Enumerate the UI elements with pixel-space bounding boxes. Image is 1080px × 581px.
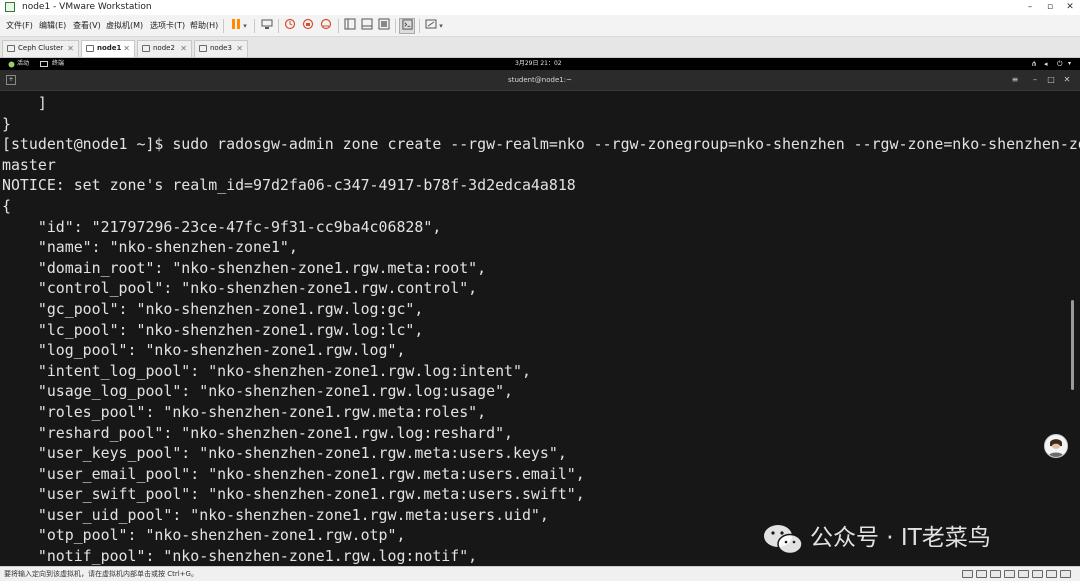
status-message: 要将输入定向到该虚拟机，请在虚拟机内部单击或按 Ctrl+G。 <box>4 570 198 578</box>
status-bar: 要将输入定向到该虚拟机，请在虚拟机内部单击或按 Ctrl+G。 <box>0 566 1080 581</box>
app-menu-terminal[interactable]: 终端 <box>52 59 64 69</box>
tab-ceph-cluster[interactable]: Ceph Cluster ✕ <box>2 40 79 57</box>
toolbar-separator <box>338 19 339 33</box>
tab-close-icon[interactable]: ✕ <box>180 43 187 54</box>
terminal-title: student@node1:~ <box>508 76 572 84</box>
terminal-line: "reshard_pool": "nko-shenzhen-zone1.rgw.… <box>2 423 514 442</box>
terminal-line: "lc_pool": "nko-shenzhen-zone1.rgw.log:l… <box>2 320 424 339</box>
close-icon[interactable]: ✕ <box>1060 0 1080 15</box>
window-title: node1 - VMware Workstation <box>22 2 152 12</box>
terminal-line: "usage_log_pool": "nko-shenzhen-zone1.rg… <box>2 382 514 401</box>
minimize-icon[interactable]: – <box>1020 0 1040 15</box>
terminal-line: "id": "21797296-23ce-47fc-9f31-cc9ba4c06… <box>2 217 442 236</box>
fullscreen-dropdown-icon[interactable]: ▾ <box>437 18 445 34</box>
toolbar-separator <box>419 19 420 33</box>
menu-view[interactable]: 查看(V) <box>73 19 101 32</box>
show-library-icon[interactable] <box>342 18 358 34</box>
terminal-line: "control_pool": "nko-shenzhen-zone1.rgw.… <box>2 279 478 298</box>
menu-help[interactable]: 帮助(H) <box>190 19 218 32</box>
vm-icon <box>142 45 150 52</box>
tab-bar: Ceph Cluster ✕ node1 ✕ node2 ✕ node3 ✕ <box>0 37 1080 58</box>
power-icon[interactable]: ⏻ <box>1057 59 1063 69</box>
snapshot-icon[interactable] <box>282 18 298 34</box>
terminal-line: "roles_pool": "nko-shenzhen-zone1.rgw.me… <box>2 402 487 421</box>
terminal-line: "intent_log_pool": "nko-shenzhen-zone1.r… <box>2 361 531 380</box>
revert-snapshot-icon[interactable] <box>300 18 316 34</box>
activities-button[interactable]: 活动 <box>17 59 29 69</box>
terminal-line: NOTICE: set zone's realm_id=97d2fa06-c34… <box>2 176 576 195</box>
terminal-minimize-icon[interactable]: – <box>1030 75 1040 85</box>
terminal-line: master <box>2 155 56 174</box>
pause-dropdown-icon[interactable]: ▾ <box>241 18 249 34</box>
maximize-icon[interactable]: ▫ <box>1040 0 1060 15</box>
terminal-app-icon <box>40 61 48 67</box>
avatar <box>1044 434 1068 458</box>
volume-icon[interactable]: ◂ <box>1044 59 1048 69</box>
tab-label: Ceph Cluster <box>18 44 64 52</box>
toolbar-separator <box>395 19 396 33</box>
tab-node3[interactable]: node3 ✕ <box>194 40 248 57</box>
terminal-lines: ]} [student@node1 ~]$ sudo radosgw-admin … <box>2 93 1080 566</box>
hard-disk-icon[interactable] <box>962 570 973 578</box>
network-adapter-icon[interactable] <box>990 570 1001 578</box>
toolbar-separator <box>278 19 279 33</box>
terminal-line: { <box>2 196 11 215</box>
terminal-line: "domain_root": "nko-shenzhen-zone1.rgw.m… <box>2 258 487 277</box>
terminal-line: "name": "nko-shenzhen-zone1", <box>2 238 298 257</box>
menu-edit[interactable]: 编辑(E) <box>39 19 66 32</box>
menu-file[interactable]: 文件(F) <box>6 19 33 32</box>
vm-icon <box>199 45 207 52</box>
network-icon[interactable]: ⋔ <box>1031 59 1037 69</box>
terminal-line: "log_pool": "nko-shenzhen-zone1.rgw.log"… <box>2 341 406 360</box>
tab-node1[interactable]: node1 ✕ <box>81 40 135 57</box>
tab-label: node1 <box>97 44 122 52</box>
send-ctrl-alt-del-icon[interactable] <box>259 18 275 34</box>
cd-drive-icon[interactable] <box>976 570 987 578</box>
terminal-line: "user_email_pool": "nko-shenzhen-zone1.r… <box>2 464 585 483</box>
wechat-icon <box>764 525 803 555</box>
vm-icon <box>7 45 15 52</box>
gnome-top-bar: 活动 终端 3月29日 21：02 ⋔ ◂ ⏻ ▾ <box>0 58 1080 70</box>
full-view-icon[interactable] <box>376 18 392 34</box>
tab-close-icon[interactable]: ✕ <box>236 43 243 54</box>
vm-icon <box>86 45 94 52</box>
menu-vm[interactable]: 虚拟机(M) <box>106 19 143 32</box>
watermark-text: 公众号 · IT老菜鸟 <box>810 525 991 551</box>
clock[interactable]: 3月29日 21：02 <box>515 59 562 69</box>
terminal-line: "gc_pool": "nko-shenzhen-zone1.rgw.log:g… <box>2 299 424 318</box>
message-log-icon[interactable] <box>1060 570 1071 578</box>
tab-label: node2 <box>153 44 175 52</box>
thumbnail-bar-icon[interactable] <box>359 18 375 34</box>
activities-icon <box>8 61 15 68</box>
terminal-header-bar: + student@node1:~ ≡ – □ ✕ <box>0 70 1080 91</box>
menu-bar: 文件(F) 编辑(E) 查看(V) 虚拟机(M) 选项卡(T) 帮助(H) ▾ … <box>0 15 1080 37</box>
terminal-line: } <box>2 114 11 133</box>
terminal-line: [student@node1 ~]$ sudo radosgw-admin zo… <box>2 135 1080 154</box>
tab-close-icon[interactable]: ✕ <box>123 43 130 54</box>
display-icon[interactable] <box>1046 570 1057 578</box>
terminal-maximize-icon[interactable]: □ <box>1046 75 1056 85</box>
toolbar-separator <box>223 19 224 33</box>
terminal-output[interactable]: ]} [student@node1 ~]$ sudo radosgw-admin … <box>0 91 1080 566</box>
printer-icon[interactable] <box>1032 570 1043 578</box>
system-menu-icon[interactable]: ▾ <box>1068 59 1071 69</box>
sound-card-icon[interactable] <box>1018 570 1029 578</box>
terminal-line: ] <box>2 94 47 112</box>
terminal-scrollbar[interactable] <box>1071 300 1074 390</box>
vmware-app-icon <box>5 2 15 12</box>
console-view-icon[interactable] <box>399 18 415 34</box>
window-title-bar: node1 - VMware Workstation – ▫ ✕ <box>0 0 1080 15</box>
tab-label: node3 <box>210 44 232 52</box>
snapshot-manager-icon[interactable] <box>318 18 334 34</box>
terminal-line: "user_keys_pool": "nko-shenzhen-zone1.rg… <box>2 444 567 463</box>
menu-tabs[interactable]: 选项卡(T) <box>150 19 185 32</box>
terminal-line: "user_swift_pool": "nko-shenzhen-zone1.r… <box>2 485 585 504</box>
tab-node2[interactable]: node2 ✕ <box>137 40 192 57</box>
toolbar-separator <box>254 19 255 33</box>
terminal-close-icon[interactable]: ✕ <box>1062 75 1072 85</box>
terminal-menu-icon[interactable]: ≡ <box>1010 75 1020 85</box>
tab-close-icon[interactable]: ✕ <box>67 43 74 54</box>
usb-device-icon[interactable] <box>1004 570 1015 578</box>
